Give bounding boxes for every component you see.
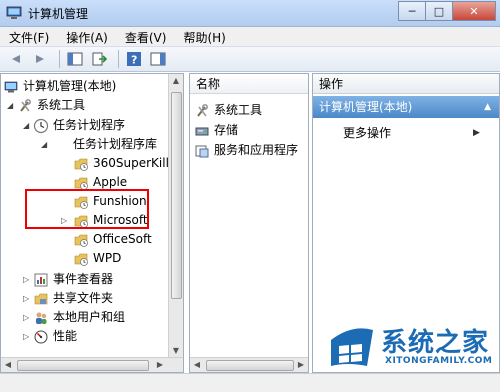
watermark: 系统之家 XITONGFAMILY.COM [327,320,497,372]
services-icon [194,143,210,159]
tree-item-task-library[interactable]: ◢ 任务计划程序库 [41,135,157,154]
toolbar: ? [0,46,500,72]
toolbar-divider [59,50,60,68]
shared-folder-icon [33,291,49,307]
scroll-right-icon[interactable]: ▶ [294,358,308,372]
menu-action[interactable]: 操作(A) [57,27,116,46]
tree-item-task-scheduler[interactable]: ◢ 任务计划程序 [23,116,125,135]
column-header-name[interactable]: 名称 [190,74,308,94]
navigation-tree: 计算机管理(本地) ◢ 系统工具 ◢ 任务计划程序 ◢ 任务计划程序库 360S… [0,73,184,373]
red-highlight-box [25,189,149,229]
users-icon [33,310,49,326]
watermark-brand: 系统之家 [381,328,490,358]
tree-item-system-tools[interactable]: ◢ 系统工具 [7,96,85,115]
tree-item-performance[interactable]: ▷ 性能 [23,327,77,346]
list-item-storage[interactable]: 存储 [194,121,238,140]
clock-icon [33,118,49,134]
tree-item-library-folder[interactable]: WPD [73,249,121,268]
status-bar [0,373,500,392]
scroll-thumb[interactable] [171,92,182,299]
tools-icon [194,103,210,119]
svg-text:?: ? [131,54,137,67]
collapse-arrow-icon[interactable]: ▲ [484,96,491,118]
actions-header: 操作 [313,74,499,94]
tools-icon [17,98,33,114]
actions-pane: 操作 计算机管理(本地) ▲ 更多操作 ▶ 系统之家 XITONGFAMILY.… [312,73,500,373]
center-list: 名称 系统工具 存储 服务和应用程序 ◀ ▶ [189,73,309,373]
list-item-services-apps[interactable]: 服务和应用程序 [194,141,298,160]
collapsed-arrow-icon[interactable]: ▷ [23,327,33,346]
expanded-arrow-icon[interactable]: ◢ [41,135,51,154]
tree-item-shared-folders[interactable]: ▷ 共享文件夹 [23,289,113,308]
event-viewer-icon [33,272,49,288]
tree-item-event-viewer[interactable]: ▷ 事件查看器 [23,270,113,289]
submenu-arrow-icon: ▶ [473,128,480,138]
computer-management-icon [3,79,19,95]
actions-section-computer-management[interactable]: 计算机管理(本地) ▲ [313,96,499,118]
scroll-left-icon[interactable]: ◀ [1,358,15,372]
show-tree-icon[interactable] [65,49,85,69]
menu-help[interactable]: 帮助(H) [174,27,233,46]
collapsed-arrow-icon[interactable]: ▷ [23,308,33,327]
computer-management-icon [6,5,22,21]
list-item-system-tools[interactable]: 系统工具 [194,101,262,120]
scroll-thumb[interactable] [17,360,149,371]
windows-logo-icon [331,328,373,366]
scheduled-task-folder-icon [73,232,89,248]
list-horizontal-scrollbar[interactable]: ◀ ▶ [190,357,308,372]
tree-item-local-users[interactable]: ▷ 本地用户和组 [23,308,125,327]
storage-icon [194,123,210,139]
scheduled-task-folder-icon [73,156,89,172]
expanded-arrow-icon[interactable]: ◢ [23,116,33,135]
tree-vertical-scrollbar[interactable]: ▲ ▼ [168,74,183,358]
menu-file[interactable]: 文件(F) [0,27,57,46]
tree-item-library-folder[interactable]: OfficeSoft [73,230,152,249]
window-title: 计算机管理 [28,7,89,21]
export-list-icon[interactable] [89,49,109,69]
close-button[interactable]: ✕ [452,1,496,21]
show-action-pane-icon[interactable] [148,49,168,69]
back-icon[interactable] [6,49,26,69]
title-bar: 计算机管理 ─ □ ✕ [0,0,500,27]
minimize-button[interactable]: ─ [398,1,426,21]
collapsed-arrow-icon[interactable]: ▷ [23,270,33,289]
tree-horizontal-scrollbar[interactable]: ◀ ▶ [1,357,183,372]
expanded-arrow-icon[interactable]: ◢ [7,96,17,115]
tree-item-library-folder[interactable]: 360SuperKille [73,154,176,173]
scroll-down-icon[interactable]: ▼ [169,344,183,358]
scheduled-task-folder-icon [73,251,89,267]
watermark-url: XITONGFAMILY.COM [385,356,493,366]
collapsed-arrow-icon[interactable]: ▷ [23,289,33,308]
toolbar-divider [118,50,119,68]
forward-icon[interactable] [30,49,50,69]
scroll-thumb[interactable] [206,360,294,371]
scroll-right-icon[interactable]: ▶ [153,358,167,372]
performance-icon [33,329,49,345]
menu-view[interactable]: 查看(V) [116,27,175,46]
more-actions-item[interactable]: 更多操作 ▶ [343,124,480,142]
help-icon[interactable]: ? [124,49,144,69]
scroll-left-icon[interactable]: ◀ [190,358,204,372]
tree-item-root[interactable]: 计算机管理(本地) [3,77,116,96]
maximize-button[interactable]: □ [425,1,453,21]
menu-bar: 文件(F) 操作(A) 查看(V) 帮助(H) [0,27,500,46]
scroll-up-icon[interactable]: ▲ [169,74,183,88]
